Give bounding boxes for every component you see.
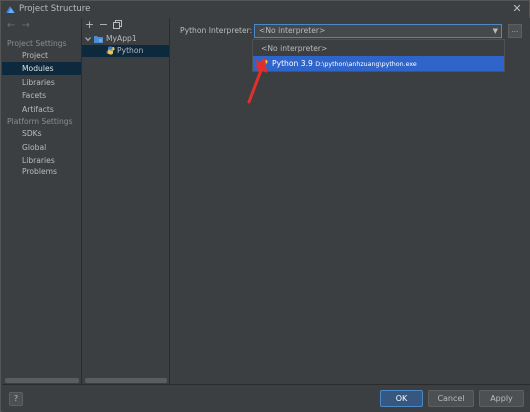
folder-icon	[94, 36, 103, 43]
chevron-down-icon[interactable]: ▼	[493, 25, 498, 37]
interpreter-settings-button[interactable]: ...	[508, 24, 522, 38]
python-icon	[106, 46, 115, 55]
sidebar-item-sdks[interactable]: SDKs	[2, 127, 81, 140]
tree-node-myapp1[interactable]: MyApp1	[82, 33, 169, 45]
remove-icon[interactable]: −	[98, 19, 109, 30]
sidebar-item-libraries[interactable]: Libraries	[2, 76, 81, 89]
section-header-platform-settings: Platform Settings	[7, 117, 73, 126]
ok-button[interactable]: OK	[380, 390, 423, 407]
copy-icon[interactable]	[113, 20, 122, 29]
tree-node-label: MyApp1	[106, 34, 137, 43]
option-path: D:\python\anhzuang\python.exe	[315, 61, 417, 68]
project-structure-dialog: Project Structure ✕ ← → Project Settings…	[0, 0, 530, 412]
dropdown-option-python-3-9[interactable]: Python 3.9 D:\python\anhzuang\python.exe	[253, 56, 504, 71]
module-content-panel: Python Interpreter: <No interpreter> ▼ .…	[170, 18, 530, 384]
sidebar-item-facets[interactable]: Facets	[2, 89, 81, 102]
close-icon[interactable]: ✕	[511, 3, 523, 15]
settings-sidebar: ← → Project Settings Project Modules Lib…	[2, 18, 81, 384]
title-bar: Project Structure ✕	[1, 1, 529, 18]
app-icon	[6, 6, 15, 13]
sidebar-item-project[interactable]: Project	[2, 49, 81, 62]
help-button[interactable]: ?	[9, 392, 23, 406]
dropdown-option-no-interpreter[interactable]: <No interpreter>	[253, 41, 504, 56]
tree-node-label: Python	[117, 46, 144, 55]
python-interpreter-select[interactable]: <No interpreter> ▼	[254, 24, 502, 38]
tree-node-python[interactable]: Python	[82, 45, 169, 57]
sidebar-item-artifacts[interactable]: Artifacts	[2, 103, 81, 116]
python-interpreter-label: Python Interpreter:	[180, 26, 253, 35]
nav-arrows: ← →	[7, 20, 34, 34]
option-label: <No interpreter>	[261, 44, 328, 53]
dialog-footer: ? OK Cancel Apply	[2, 384, 530, 412]
sidebar-scrollbar[interactable]	[5, 378, 79, 383]
cancel-button[interactable]: Cancel	[428, 390, 474, 407]
selected-value: <No interpreter>	[259, 26, 326, 35]
sidebar-item-problems[interactable]: Problems	[2, 165, 81, 178]
module-tree-panel: + − MyApp1 Python	[82, 18, 169, 384]
chevron-down-icon[interactable]	[85, 36, 91, 42]
add-icon[interactable]: +	[84, 19, 95, 30]
back-arrow-icon[interactable]: ←	[7, 20, 19, 31]
section-header-project-settings: Project Settings	[7, 39, 67, 48]
interpreter-dropdown-list: <No interpreter> Python 3.9 D:\python\an…	[252, 39, 505, 72]
forward-arrow-icon[interactable]: →	[22, 20, 34, 31]
option-label: Python 3.9	[272, 59, 313, 68]
sidebar-item-modules[interactable]: Modules	[2, 62, 81, 75]
sidebar-item-global-libraries[interactable]: Global Libraries	[2, 141, 81, 165]
window-title: Project Structure	[19, 4, 91, 14]
red-pointer-arrow-icon	[247, 58, 268, 104]
apply-button[interactable]: Apply	[479, 390, 524, 407]
tree-scrollbar[interactable]	[85, 378, 167, 383]
